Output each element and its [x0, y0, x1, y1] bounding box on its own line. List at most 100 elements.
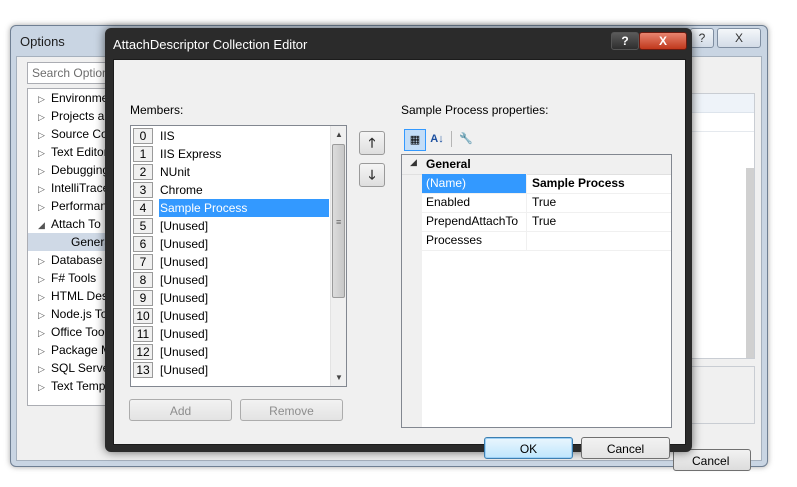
- member-index: 10: [133, 308, 153, 324]
- member-index: 0: [133, 128, 153, 144]
- tree-item[interactable]: ▷Database Tools: [28, 251, 110, 269]
- collapse-triangle-icon[interactable]: ◢: [410, 157, 417, 168]
- tree-item[interactable]: ▷ F# Tools: [28, 269, 110, 287]
- expand-arrow-icon[interactable]: ▷: [28, 180, 51, 198]
- property-name: Processes: [422, 231, 527, 250]
- expand-arrow-icon[interactable]: ▷: [28, 252, 51, 270]
- property-name: (Name): [422, 174, 527, 193]
- options-help-button[interactable]: ?: [690, 28, 714, 48]
- move-down-button[interactable]: 🡓: [359, 163, 385, 187]
- expand-arrow-icon[interactable]: ▷: [28, 198, 51, 216]
- member-row[interactable]: 9 [Unused]: [131, 289, 330, 307]
- collapse-arrow-icon[interactable]: ◢: [28, 216, 51, 234]
- collection-editor-dialog: AttachDescriptor Collection Editor ? X M…: [105, 28, 692, 459]
- expand-arrow-icon[interactable]: ▷: [28, 90, 51, 108]
- tree-item[interactable]: ▷ Text Editor: [28, 143, 110, 161]
- tree-item[interactable]: ▷Node.js Tools: [28, 305, 110, 323]
- scroll-up-icon[interactable]: ▲: [331, 126, 346, 143]
- property-row-selected[interactable]: (Name) Sample Process: [422, 174, 671, 194]
- property-row[interactable]: PrependAttachTo True: [422, 212, 671, 232]
- members-label: Members:: [130, 103, 184, 117]
- tree-item[interactable]: ▷Source Control: [28, 125, 110, 143]
- tree-item[interactable]: ▷Package Manager: [28, 341, 110, 359]
- property-value[interactable]: [528, 231, 671, 250]
- category-row[interactable]: ◢ General: [402, 155, 671, 175]
- member-row[interactable]: 1 IIS Express: [131, 145, 330, 163]
- add-button[interactable]: Add: [129, 399, 232, 421]
- member-row[interactable]: 3 Chrome: [131, 181, 330, 199]
- tree-item[interactable]: ▷ Debugging: [28, 161, 110, 179]
- tree-item[interactable]: ▷SQL Server Tools: [28, 359, 110, 377]
- property-row[interactable]: Processes: [422, 231, 671, 251]
- members-scrollbar[interactable]: ▲ ≡ ▼: [330, 126, 346, 386]
- expand-arrow-icon[interactable]: ▷: [28, 306, 51, 324]
- expand-arrow-icon[interactable]: ▷: [28, 342, 51, 360]
- category-label: General: [426, 157, 471, 171]
- expand-arrow-icon[interactable]: ▷: [28, 360, 51, 378]
- dialog-close-button[interactable]: X: [639, 32, 687, 50]
- options-cancel-button[interactable]: Cancel: [673, 449, 751, 471]
- member-name: [Unused]: [160, 363, 209, 377]
- remove-button[interactable]: Remove: [240, 399, 343, 421]
- scroll-down-icon[interactable]: ▼: [331, 369, 346, 386]
- member-row[interactable]: 12 [Unused]: [131, 343, 330, 361]
- options-search-input[interactable]: Search Options: [27, 62, 111, 84]
- alphabetical-icon[interactable]: A↓: [427, 129, 447, 149]
- members-list[interactable]: 0 IIS 1 IIS Express 2 NUnit 3 Chrome 4 Sample…: [130, 125, 347, 387]
- tree-item[interactable]: ▷ Office Tools: [28, 323, 110, 341]
- member-row[interactable]: 8 [Unused]: [131, 271, 330, 289]
- categorized-icon[interactable]: ▦: [404, 129, 426, 151]
- ok-button[interactable]: OK: [484, 437, 573, 459]
- member-name: [Unused]: [160, 237, 209, 251]
- member-name: Chrome: [160, 183, 203, 197]
- move-up-button[interactable]: 🡑: [359, 131, 385, 155]
- scroll-thumb[interactable]: ≡: [332, 144, 345, 298]
- property-value[interactable]: Sample Process: [528, 174, 671, 193]
- tree-item-label: Performance Tools: [51, 199, 110, 213]
- grid-scrollbar[interactable]: [746, 168, 754, 358]
- tree-item-label: Environment: [51, 91, 110, 105]
- arrow-down-icon: 🡓: [368, 167, 376, 182]
- options-close-button[interactable]: X: [717, 28, 761, 48]
- member-row[interactable]: 11 [Unused]: [131, 325, 330, 343]
- expand-arrow-icon[interactable]: ▷: [28, 162, 51, 180]
- member-row[interactable]: 0 IIS: [131, 127, 330, 145]
- expand-arrow-icon[interactable]: ▷: [28, 288, 51, 306]
- tree-item-selected[interactable]: General: [28, 233, 110, 251]
- member-row-selected[interactable]: 4 Sample Process: [131, 199, 330, 217]
- member-name: [Unused]: [160, 345, 209, 359]
- cancel-button[interactable]: Cancel: [581, 437, 670, 459]
- tree-item[interactable]: ▷Projects and Solutions: [28, 107, 110, 125]
- member-index: 5: [133, 218, 153, 234]
- member-row[interactable]: 2 NUnit: [131, 163, 330, 181]
- property-row[interactable]: Enabled True: [422, 193, 671, 213]
- member-row[interactable]: 10 [Unused]: [131, 307, 330, 325]
- member-name: [Unused]: [160, 291, 209, 305]
- expand-arrow-icon[interactable]: ▷: [28, 270, 51, 288]
- expand-arrow-icon[interactable]: ▷: [28, 324, 51, 342]
- expand-arrow-icon[interactable]: ▷: [28, 378, 51, 396]
- property-grid[interactable]: ◢ General (Name) Sample Process Enabled …: [401, 154, 672, 428]
- tree-item[interactable]: ◢ Attach To: [28, 215, 110, 233]
- wrench-icon[interactable]: 🔧: [456, 129, 476, 149]
- tree-item[interactable]: ▷ IntelliTrace: [28, 179, 110, 197]
- options-tree[interactable]: ▷Environment ▷Projects and Solutions ▷So…: [27, 88, 111, 406]
- expand-arrow-icon[interactable]: ▷: [28, 126, 51, 144]
- member-row[interactable]: 7 [Unused]: [131, 253, 330, 271]
- tree-item[interactable]: ▷Environment: [28, 89, 110, 107]
- member-name: [Unused]: [160, 219, 209, 233]
- property-value[interactable]: True: [528, 193, 671, 212]
- toolbar-separator: [451, 131, 452, 147]
- member-row[interactable]: 6 [Unused]: [131, 235, 330, 253]
- expand-arrow-icon[interactable]: ▷: [28, 144, 51, 162]
- member-row[interactable]: 13 [Unused]: [131, 361, 330, 379]
- member-index: 11: [133, 326, 153, 342]
- property-value[interactable]: True: [528, 212, 671, 231]
- member-row[interactable]: 5 [Unused]: [131, 217, 330, 235]
- expand-arrow-icon[interactable]: ▷: [28, 108, 51, 126]
- tree-item[interactable]: ▷Text Templating: [28, 377, 110, 395]
- tree-item[interactable]: ▷Performance Tools: [28, 197, 110, 215]
- member-index: 4: [133, 200, 153, 216]
- dialog-help-button[interactable]: ?: [611, 32, 639, 50]
- tree-item[interactable]: ▷HTML Designer: [28, 287, 110, 305]
